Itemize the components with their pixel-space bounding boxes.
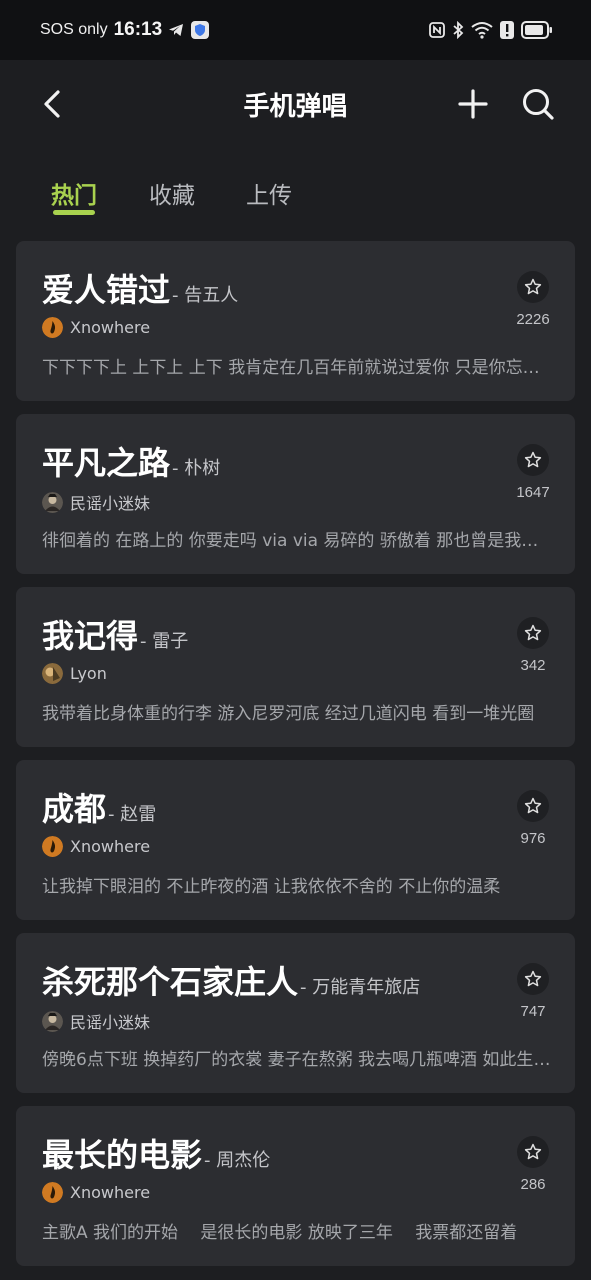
tab-indicator: [53, 210, 95, 215]
uploader-name: 民谣小迷妹: [70, 494, 151, 513]
battery-icon: [521, 21, 553, 39]
favorite-count: 976: [520, 830, 546, 847]
song-artist: - 周杰伦: [204, 1150, 271, 1171]
star-icon: [524, 797, 542, 814]
song-title-row: 杀死那个石家庄人 - 万能青年旅店: [42, 957, 420, 1003]
favorite-group: 286: [513, 1136, 553, 1193]
favorite-count: 342: [520, 657, 546, 674]
tab-upload[interactable]: 上传: [246, 176, 292, 210]
favorite-button[interactable]: [517, 271, 549, 303]
photo-avatar-brown-icon: [42, 663, 63, 684]
uploader-row[interactable]: Xnowhere: [42, 317, 150, 338]
back-button[interactable]: [34, 84, 70, 124]
back-arrow-icon: [44, 90, 60, 118]
favorite-count: 747: [520, 1003, 546, 1020]
tab-hot[interactable]: 热门: [51, 176, 97, 210]
favorite-group: 342: [513, 617, 553, 674]
page-title: 手机弹唱: [243, 92, 348, 122]
photo-avatar-icon: [42, 491, 63, 513]
bluetooth-icon: [452, 21, 464, 39]
song-artist: - 赵雷: [108, 804, 157, 825]
star-icon: [524, 624, 542, 641]
flame-avatar-icon: [42, 317, 63, 338]
flame-avatar-icon: [42, 836, 63, 857]
song-artist: - 雷子: [140, 631, 189, 652]
uploader-row[interactable]: Lyon: [42, 663, 107, 684]
favorite-group: 1647: [513, 444, 553, 501]
lyrics-preview: 下下下下上 上下上 上下 我肯定在几百年前就说过爱你 只是你忘了 我也没记起: [42, 358, 554, 378]
lyrics-preview: 让我掉下眼泪的 不止昨夜的酒 让我依依不舍的 不止你的温柔: [42, 877, 501, 897]
status-left: SOS only 16:13: [40, 19, 210, 41]
lyrics-preview: 我带着比身体重的行李 游入尼罗河底 经过几道闪电 看到一堆光圈: [42, 704, 535, 724]
photo-avatar-icon: [42, 1010, 63, 1032]
telegram-icon: [168, 22, 184, 38]
app-header: 手机弹唱: [0, 60, 591, 150]
song-artist: - 万能青年旅店: [300, 977, 421, 998]
tab-bar: 热门 收藏 上传: [0, 168, 591, 222]
uploader-name: Xnowhere: [70, 837, 151, 856]
song-title: 成都: [42, 790, 107, 828]
uploader-row[interactable]: Xnowhere: [42, 836, 150, 857]
song-title: 平凡之路: [42, 444, 171, 482]
uploader-row[interactable]: 民谣小迷妹: [42, 490, 150, 514]
uploader-row[interactable]: 民谣小迷妹: [42, 1009, 150, 1033]
shield-icon: [190, 20, 210, 40]
song-card[interactable]: 我记得 - 雷子 Lyon 我带着比身体重的行李 游入尼罗河底 经过几道闪电 看…: [16, 587, 575, 747]
favorite-button[interactable]: [517, 963, 549, 995]
status-time: 16:13: [113, 19, 163, 40]
song-title: 我记得: [42, 617, 139, 655]
lyrics-preview: 主歌A 我们的开始 是很长的电影 放映了三年 我票都还留着: [42, 1223, 518, 1243]
star-icon: [524, 1143, 542, 1160]
favorite-count: 1647: [516, 484, 550, 501]
star-icon: [524, 278, 542, 295]
nfc-icon: [429, 22, 445, 38]
song-card[interactable]: 平凡之路 - 朴树 民谣小迷妹 徘徊着的 在路上的 你要走吗 via via 易…: [16, 414, 575, 574]
song-card[interactable]: 爱人错过 - 告五人 Xnowhere 下下下下上 上下上 上下 我肯定在几百年…: [16, 241, 575, 401]
uploader-name: Xnowhere: [70, 318, 151, 337]
song-card[interactable]: 成都 - 赵雷 Xnowhere 让我掉下眼泪的 不止昨夜的酒 让我依依不舍的 …: [16, 760, 575, 920]
favorite-group: 976: [513, 790, 553, 847]
song-card[interactable]: 杀死那个石家庄人 - 万能青年旅店 民谣小迷妹 傍晚6点下班 换掉药厂的衣裳 妻…: [16, 933, 575, 1093]
plus-icon: [458, 89, 488, 119]
favorite-button[interactable]: [517, 617, 549, 649]
song-title: 杀死那个石家庄人: [42, 963, 299, 1001]
lyrics-preview: 傍晚6点下班 换掉药厂的衣裳 妻子在熬粥 我去喝几瓶啤酒 如此生活三十年: [42, 1050, 554, 1070]
favorite-button[interactable]: [517, 790, 549, 822]
favorite-count: 286: [520, 1176, 546, 1193]
wifi-icon: [471, 21, 493, 39]
tab-favorites[interactable]: 收藏: [149, 176, 195, 210]
favorite-group: 2226: [513, 271, 553, 328]
favorite-button[interactable]: [517, 444, 549, 476]
alert-icon: [500, 21, 514, 39]
song-artist: - 告五人: [172, 285, 239, 306]
uploader-name: Xnowhere: [70, 1183, 151, 1202]
flame-avatar-icon: [42, 1182, 63, 1203]
lyrics-preview: 徘徊着的 在路上的 你要走吗 via via 易碎的 骄傲着 那也曾是我的模样: [42, 531, 554, 551]
favorite-button[interactable]: [517, 1136, 549, 1168]
song-title-row: 成都 - 赵雷: [42, 784, 156, 830]
favorite-count: 2226: [516, 311, 550, 328]
status-bar: SOS only 16:13: [0, 0, 591, 60]
song-title-row: 最长的电影 - 周杰伦: [42, 1130, 270, 1176]
uploader-row[interactable]: Xnowhere: [42, 1182, 150, 1203]
sos-text: SOS only: [40, 21, 108, 38]
song-title-row: 爱人错过 - 告五人: [42, 265, 238, 311]
song-title: 爱人错过: [42, 271, 171, 309]
song-title: 最长的电影: [42, 1136, 203, 1174]
star-icon: [524, 970, 542, 987]
search-icon: [523, 89, 554, 120]
song-artist: - 朴树: [172, 458, 221, 479]
uploader-name: 民谣小迷妹: [70, 1013, 151, 1032]
song-title-row: 平凡之路 - 朴树: [42, 438, 220, 484]
uploader-name: Lyon: [70, 664, 107, 683]
add-button[interactable]: [454, 84, 492, 124]
song-card[interactable]: 最长的电影 - 周杰伦 Xnowhere 主歌A 我们的开始 是很长的电影 放映…: [16, 1106, 575, 1266]
song-title-row: 我记得 - 雷子: [42, 611, 188, 657]
search-button[interactable]: [518, 84, 558, 124]
star-icon: [524, 451, 542, 468]
status-right: [429, 21, 553, 39]
favorite-group: 747: [513, 963, 553, 1020]
